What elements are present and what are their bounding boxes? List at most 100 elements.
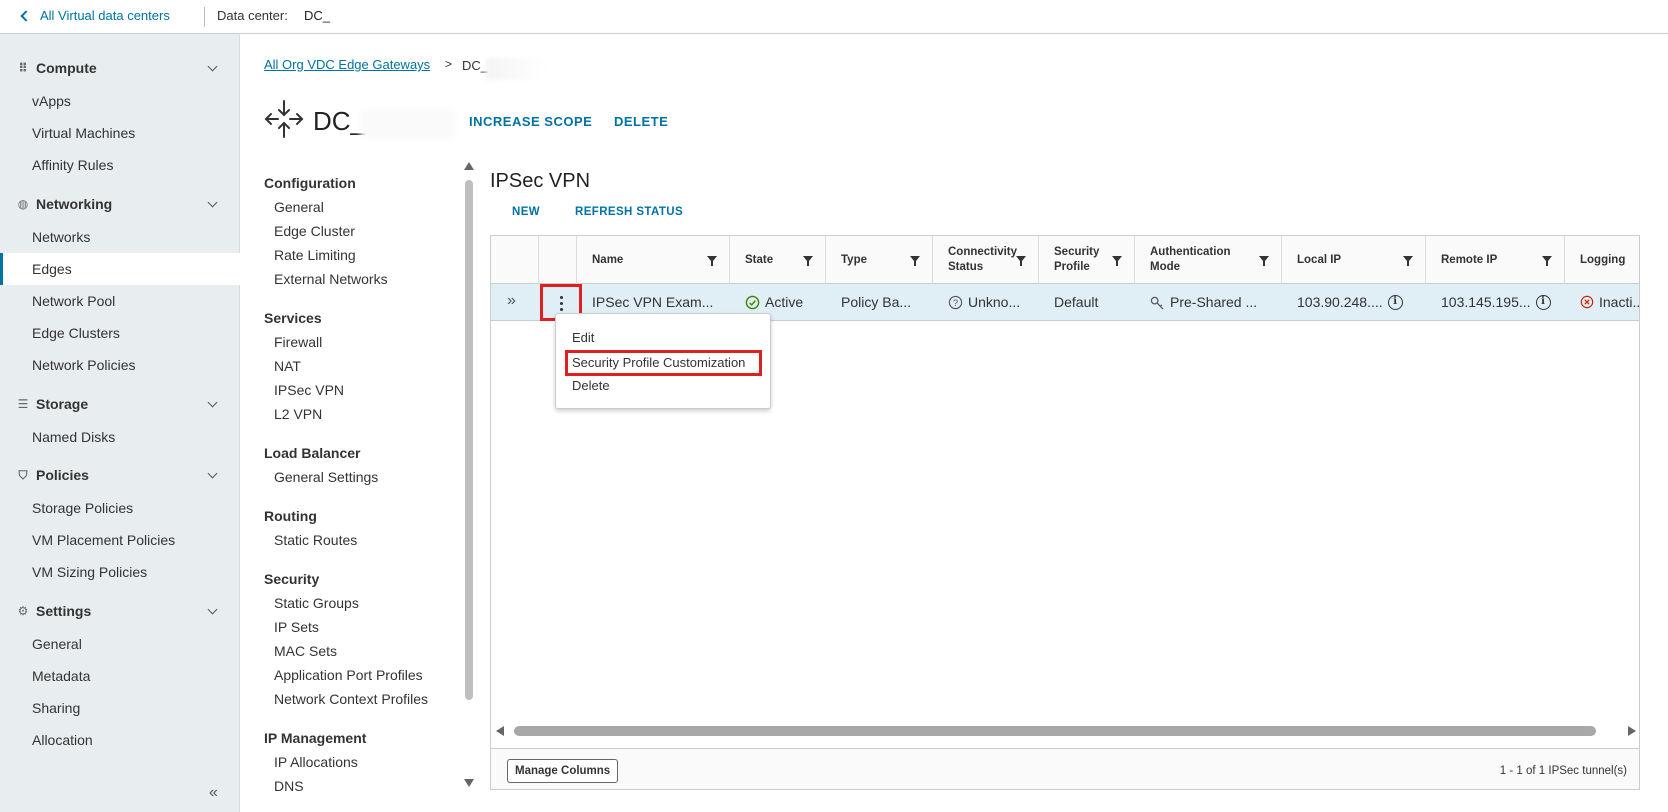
subnav-item-nat[interactable]: NAT — [274, 358, 301, 374]
scrollbar-thumb[interactable] — [465, 180, 473, 700]
subnav-group-services: Services — [264, 310, 322, 326]
cell-name: IPSec VPN Exam... — [592, 294, 714, 310]
expand-row-icon[interactable]: » — [507, 292, 516, 310]
database-icon: ☰ — [17, 397, 29, 411]
sidebar-item-vm-sizing-policies[interactable]: VM Sizing Policies — [32, 564, 147, 580]
state-label: Active — [765, 294, 804, 310]
delete-button[interactable]: DELETE — [614, 114, 668, 129]
new-button[interactable]: NEW — [512, 206, 540, 218]
sidebar-section-networking[interactable]: ◍ Networking — [16, 196, 230, 212]
filter-icon[interactable] — [1403, 256, 1413, 266]
content-title: IPSec VPN — [490, 170, 591, 192]
filter-icon[interactable] — [910, 256, 920, 266]
column-remote-ip[interactable]: Remote IP — [1426, 236, 1565, 284]
info-icon[interactable]: i — [1535, 294, 1551, 310]
subnav-item-static-routes[interactable]: Static Routes — [274, 532, 357, 548]
menu-item-security-profile-customization[interactable]: Security Profile Customization — [572, 355, 745, 370]
subnav-item-l2-vpn[interactable]: L2 VPN — [274, 406, 322, 422]
column-label: Status — [948, 261, 984, 273]
subnav-item-ipsec-vpn[interactable]: IPSec VPN — [274, 382, 344, 398]
sidebar-section-policies[interactable]: ⛉ Policies — [16, 467, 230, 483]
subnav-item-edge-cluster[interactable]: Edge Cluster — [274, 223, 355, 239]
scroll-up-icon[interactable] — [464, 162, 474, 170]
cell-security-profile: Default — [1054, 294, 1099, 310]
sidebar-section-compute[interactable]: ⠿ Compute — [16, 60, 230, 76]
subnav-item-ip-allocations[interactable]: IP Allocations — [274, 754, 358, 770]
sidebar-item-storage-policies[interactable]: Storage Policies — [32, 500, 133, 516]
sidebar-item-metadata[interactable]: Metadata — [32, 668, 90, 684]
sidebar-item-virtual-machines[interactable]: Virtual Machines — [32, 125, 135, 141]
double-chevron-left-icon[interactable]: « — [209, 784, 218, 802]
subnav-item-firewall[interactable]: Firewall — [274, 334, 322, 350]
sidebar-section-settings[interactable]: ⚙ Settings — [16, 603, 230, 619]
sidebar-item-vapps[interactable]: vApps — [32, 93, 71, 109]
subnav-item-general-settings[interactable]: General Settings — [274, 469, 378, 485]
info-icon[interactable]: i — [1387, 294, 1403, 310]
subnav-item-dns[interactable]: DNS — [274, 778, 304, 792]
subnav-item-static-groups[interactable]: Static Groups — [274, 595, 359, 611]
subnav-item-external-networks[interactable]: External Networks — [274, 271, 388, 287]
section-label: Policies — [36, 467, 89, 483]
cell-logging: Inacti... — [1580, 294, 1639, 310]
breadcrumb-link[interactable]: All Org VDC Edge Gateways — [264, 57, 430, 72]
subnav-item-ip-sets[interactable]: IP Sets — [274, 619, 319, 635]
cell-remote-ip: 103.145.195... i — [1441, 294, 1551, 310]
subnav-item-rate-limiting[interactable]: Rate Limiting — [274, 247, 356, 263]
section-label: Compute — [36, 60, 97, 76]
filter-icon[interactable] — [707, 256, 717, 266]
sidebar-item-vm-placement-policies[interactable]: VM Placement Policies — [32, 532, 175, 548]
scrollbar-thumb[interactable] — [514, 726, 1596, 736]
sidebar-item-edges[interactable]: Edges — [32, 261, 72, 277]
column-type[interactable]: Type — [826, 236, 933, 284]
sidebar-item-edge-clusters[interactable]: Edge Clusters — [32, 325, 120, 341]
sidebar-item-network-policies[interactable]: Network Policies — [32, 357, 135, 373]
sidebar-item-networks[interactable]: Networks — [32, 229, 90, 245]
column-logging[interactable]: Logging — [1565, 236, 1640, 284]
filter-icon[interactable] — [1639, 256, 1640, 266]
subnav-group-ip-management: IP Management — [264, 730, 367, 746]
check-circle-icon — [745, 295, 760, 309]
refresh-status-button[interactable]: REFRESH STATUS — [575, 206, 683, 218]
page-title: DC_ — [313, 106, 366, 136]
column-security-profile[interactable]: Security Profile — [1039, 236, 1135, 284]
column-local-ip[interactable]: Local IP — [1282, 236, 1426, 284]
subnav-item-network-context-profiles[interactable]: Network Context Profiles — [274, 691, 428, 707]
column-name[interactable]: Name — [577, 236, 730, 284]
scroll-right-icon[interactable] — [1628, 726, 1636, 736]
column-connectivity-status[interactable]: Connectivity Status — [933, 236, 1039, 284]
subnav-item-mac-sets[interactable]: MAC Sets — [274, 643, 337, 659]
back-to-vdcs-link[interactable]: All Virtual data centers — [20, 8, 170, 23]
column-authentication-mode[interactable]: Authentication Mode — [1135, 236, 1282, 284]
breadcrumb-current: DC_ — [462, 58, 489, 73]
sidebar-item-affinity-rules[interactable]: Affinity Rules — [32, 157, 113, 173]
kebab-icon — [560, 294, 564, 314]
sidebar-item-allocation[interactable]: Allocation — [32, 732, 93, 748]
subnav-group-routing: Routing — [264, 508, 317, 524]
column-state[interactable]: State — [730, 236, 826, 284]
horizontal-scrollbar[interactable] — [496, 724, 1636, 738]
manage-columns-button[interactable]: Manage Columns — [507, 759, 619, 783]
filter-icon[interactable] — [803, 256, 813, 266]
back-link-label: All Virtual data centers — [40, 8, 170, 23]
column-label: Remote IP — [1441, 254, 1498, 266]
sidebar-section-storage[interactable]: ☰ Storage — [16, 396, 230, 412]
sidebar-item-network-pool[interactable]: Network Pool — [32, 293, 115, 309]
sidebar-item-sharing[interactable]: Sharing — [32, 700, 80, 716]
menu-item-edit[interactable]: Edit — [572, 330, 594, 345]
local-ip-label: 103.90.248.... — [1297, 294, 1383, 310]
filter-icon[interactable] — [1016, 256, 1026, 266]
secondary-nav-scrollbar[interactable] — [464, 162, 474, 787]
increase-scope-button[interactable]: INCREASE SCOPE — [469, 114, 592, 129]
filter-icon[interactable] — [1542, 256, 1552, 266]
menu-item-delete[interactable]: Delete — [572, 378, 610, 393]
subnav-item-application-port-profiles[interactable]: Application Port Profiles — [274, 667, 423, 683]
sidebar-item-general[interactable]: General — [32, 636, 82, 652]
filter-icon[interactable] — [1112, 256, 1122, 266]
sidebar-item-named-disks[interactable]: Named Disks — [32, 429, 115, 445]
section-label: Storage — [36, 396, 89, 412]
key-icon — [1150, 296, 1164, 309]
subnav-item-general[interactable]: General — [274, 199, 324, 215]
scroll-down-icon[interactable] — [464, 779, 474, 787]
scroll-left-icon[interactable] — [496, 726, 504, 736]
filter-icon[interactable] — [1259, 256, 1269, 266]
